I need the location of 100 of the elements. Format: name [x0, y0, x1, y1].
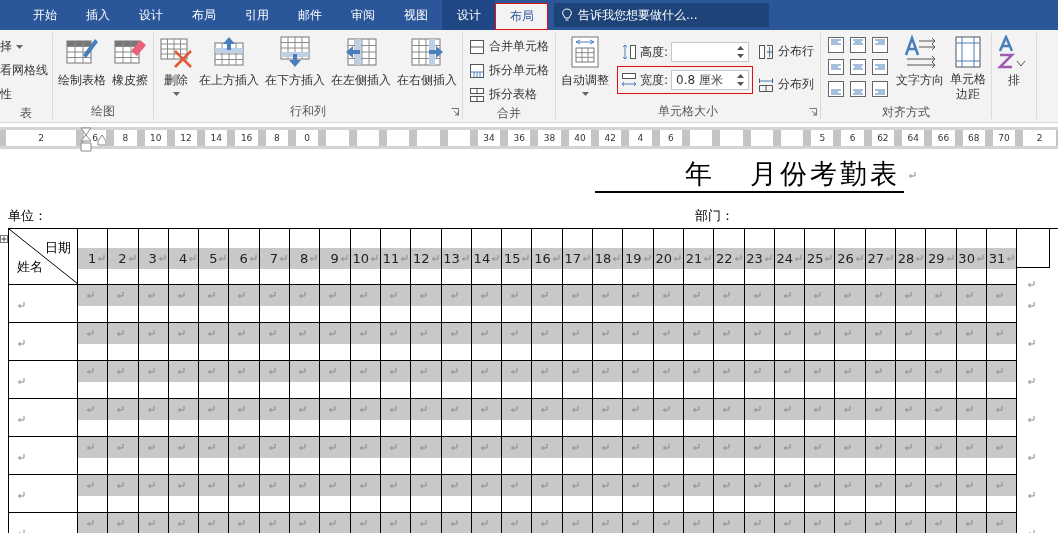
ribbon-button[interactable]: 分布列	[755, 74, 818, 95]
cell-align-icon[interactable]	[872, 81, 889, 97]
paragraph-mark-icon	[904, 520, 912, 527]
paragraph-mark-icon	[994, 368, 1003, 375]
paragraph-mark-icon	[17, 416, 25, 423]
ribbon-tab[interactable]: 插入	[71, 0, 124, 30]
paragraph-mark-icon	[691, 520, 700, 527]
paragraph-mark-icon	[540, 406, 549, 413]
tell-me-field[interactable]: 告诉我您想要做什么...	[554, 3, 769, 27]
ruler-segment	[411, 130, 442, 146]
paragraph-mark-icon	[934, 444, 943, 451]
ribbon-button[interactable]: 拆分单元格	[466, 60, 552, 81]
ribbon-tab[interactable]: 布局	[495, 3, 548, 30]
ribbon-tab[interactable]: 开始	[18, 0, 71, 30]
paragraph-mark-icon	[1027, 340, 1036, 347]
ribbon-button[interactable]: 拆分表格	[466, 84, 552, 105]
paragraph-mark-icon	[388, 292, 397, 299]
paragraph-mark-icon	[934, 292, 943, 299]
day-number: 8	[300, 250, 309, 268]
ribbon-tab[interactable]: 引用	[230, 0, 283, 30]
paragraph-mark-icon	[86, 520, 94, 527]
paragraph-mark-icon	[176, 520, 185, 527]
ribbon-tab[interactable]: 邮件	[283, 0, 336, 30]
cell-align-icon[interactable]	[828, 81, 845, 97]
ribbon-button[interactable]: 分布行	[755, 41, 818, 62]
ribbon-button[interactable]: 合并单元格	[466, 36, 552, 57]
paragraph-mark-icon	[309, 255, 318, 262]
paragraph-mark-icon	[934, 368, 943, 375]
day-number: 24	[776, 250, 794, 268]
paragraph-mark-icon	[369, 255, 378, 262]
paragraph-mark-icon	[994, 444, 1003, 451]
cell-align-icon[interactable]	[872, 37, 889, 53]
spinner-icon[interactable]	[737, 45, 745, 59]
paragraph-mark-icon	[540, 482, 549, 489]
cell-align-icon[interactable]	[850, 37, 867, 53]
ribbon-tab[interactable]: 视图	[389, 0, 442, 30]
paragraph-mark-icon	[904, 482, 912, 489]
paragraph-mark-icon	[752, 520, 761, 527]
header-text: 姓名	[17, 258, 43, 276]
paragraph-mark-icon	[510, 482, 519, 489]
ribbon-button[interactable]: 自动调整	[559, 33, 611, 98]
paragraph-mark-icon	[207, 482, 216, 489]
size-input-field[interactable]	[671, 42, 750, 62]
ribbon-button[interactable]: 在右侧插入	[395, 33, 459, 91]
paragraph-mark-icon	[964, 444, 973, 451]
ribbon-button[interactable]: 单元格边距	[948, 33, 989, 104]
cell-align-icon[interactable]	[872, 59, 889, 75]
group-label: 表	[20, 105, 32, 121]
paragraph-mark-icon	[388, 330, 397, 337]
paragraph-mark-icon	[237, 292, 246, 299]
table-move-handle-icon[interactable]	[0, 235, 8, 243]
paragraph-mark-icon	[116, 482, 125, 489]
caret-icon	[172, 92, 180, 96]
dialog-launcher-icon[interactable]	[809, 108, 818, 116]
ribbon-button[interactable]: 在左侧插入	[329, 33, 393, 91]
paragraph-mark-icon	[510, 520, 519, 527]
ribbon-button[interactable]: 绘制表格	[56, 33, 108, 91]
ribbon-tab[interactable]: 设计	[124, 0, 177, 30]
paragraph-mark-icon	[1027, 281, 1036, 288]
size-input-field[interactable]: 0.8 厘米	[671, 70, 750, 90]
cell-align-icon[interactable]	[828, 59, 845, 75]
table-insert-left-icon	[344, 35, 378, 69]
table-delete-icon	[159, 35, 193, 69]
paragraph-mark-icon	[904, 406, 912, 413]
paragraph-mark-icon	[975, 255, 984, 262]
ribbon-button[interactable]: 排	[995, 33, 1034, 91]
ribbon-tab[interactable]: 布局	[177, 0, 230, 30]
paragraph-mark-icon	[267, 482, 276, 489]
ribbon-button[interactable]: 橡皮擦	[110, 33, 150, 91]
ribbon-button[interactable]: 择	[0, 36, 48, 57]
paragraph-mark-icon	[237, 444, 246, 451]
ribbon-button[interactable]: 性	[0, 84, 48, 105]
ribbon-button[interactable]: 在上方插入	[197, 33, 261, 91]
paragraph-mark-icon	[964, 330, 973, 337]
paragraph-mark-icon	[237, 330, 246, 337]
paragraph-mark-icon	[813, 520, 822, 527]
ribbon-button[interactable]: 看网格线	[0, 60, 48, 81]
ribbon-tab[interactable]: 设计	[442, 0, 495, 30]
dialog-launcher-icon[interactable]	[451, 108, 459, 116]
cell-align-icon[interactable]	[850, 59, 867, 75]
paragraph-mark-icon	[691, 444, 700, 451]
paragraph-mark-icon	[358, 330, 367, 337]
paragraph-mark-icon	[388, 520, 397, 527]
cell-align-icon[interactable]	[850, 81, 867, 97]
paragraph-mark-icon	[449, 330, 458, 337]
paragraph-mark-icon	[86, 444, 94, 451]
paragraph-mark-icon	[782, 406, 791, 413]
cell-align-icon[interactable]	[828, 37, 845, 53]
spinner-icon[interactable]	[737, 73, 745, 87]
indent-markers-icon[interactable]	[80, 127, 106, 153]
ribbon-button[interactable]: 删除	[157, 33, 195, 98]
paragraph-mark-icon	[116, 444, 125, 451]
ribbon-tab[interactable]: 审阅	[336, 0, 389, 30]
paragraph-mark-icon	[146, 368, 155, 375]
paragraph-mark-icon	[722, 520, 731, 527]
paragraph-mark-icon	[752, 444, 761, 451]
ribbon-button[interactable]: 文字方向	[894, 33, 947, 91]
ribbon-button[interactable]: 在下方插入	[263, 33, 327, 91]
ruler-segment: 40	[562, 130, 594, 146]
day-number: 15	[503, 250, 521, 268]
